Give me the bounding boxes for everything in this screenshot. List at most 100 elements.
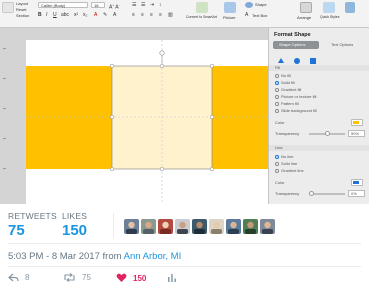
arrange-icon[interactable] (300, 2, 312, 13)
justify-icon[interactable]: ≡ (159, 12, 162, 18)
numbering-icon[interactable]: ☰ (141, 2, 145, 8)
shape-fill-icon[interactable] (345, 2, 355, 13)
avatar[interactable] (158, 219, 173, 234)
font-size-field[interactable]: 18 (91, 2, 105, 8)
bold-icon[interactable]: B (38, 12, 42, 18)
likes-count: 150 (62, 222, 88, 239)
italic-icon[interactable]: I (46, 12, 47, 18)
arrange-label[interactable]: Arrange (297, 15, 311, 20)
size-properties-icon[interactable] (309, 52, 317, 64)
shape-icon[interactable] (245, 2, 253, 8)
clipboard-item-section[interactable]: Section (16, 13, 29, 18)
gold-rectangle-right[interactable] (212, 66, 268, 169)
align-right-icon[interactable]: ≡ (150, 12, 153, 18)
solid-fill-label: Solid fill (281, 80, 295, 85)
rotate-handle-icon[interactable] (159, 50, 165, 56)
subscript-icon[interactable]: x₂ (83, 12, 87, 18)
convert-smartart-icon[interactable] (196, 2, 208, 13)
resize-handle[interactable] (209, 114, 215, 120)
underline-icon[interactable]: U (53, 12, 57, 18)
line-transparency-field[interactable]: 0% (348, 190, 365, 197)
quick-styles-label[interactable]: Quick Styles (320, 15, 339, 20)
highlight-icon[interactable]: ✎ (103, 12, 107, 18)
tweet-location-link[interactable]: Ann Arbor, MI (124, 251, 182, 262)
resize-handle[interactable] (109, 63, 115, 69)
line-spacing-icon[interactable]: ↕ (159, 2, 162, 8)
quick-styles-icon[interactable] (323, 2, 335, 13)
fill-color-picker[interactable] (351, 119, 363, 126)
convert-smartart-label[interactable]: Convert to SmartArt (186, 15, 217, 19)
retweets-stat[interactable]: RETWEETS 75 (8, 211, 57, 239)
text-effects-icon[interactable]: A (113, 12, 116, 18)
font-name-field[interactable]: Calibri (Body) (38, 2, 88, 8)
like-action[interactable]: 150 (116, 273, 146, 283)
line-transparency-thumb[interactable] (309, 191, 314, 196)
fill-transparency-slider[interactable] (309, 131, 345, 136)
radio-gradient-line[interactable] (275, 169, 279, 173)
slide-canvas[interactable] (26, 40, 268, 204)
fill-transparency-field[interactable]: 50% (348, 130, 365, 137)
radio-picture-fill[interactable] (275, 95, 279, 99)
font-color-icon[interactable]: A (94, 12, 97, 18)
clipboard-item-reset[interactable]: Reset (16, 7, 26, 12)
strikethrough-icon[interactable]: abc (61, 12, 69, 18)
powerpoint-screenshot: Layout Reset Section Calibri (Body) 18 A… (0, 0, 369, 204)
columns-icon[interactable]: ▥ (168, 12, 173, 18)
radio-solid-fill[interactable] (275, 81, 279, 85)
align-center-icon[interactable]: ≡ (141, 12, 144, 18)
shape-label[interactable]: Shape (255, 2, 267, 7)
avatar[interactable] (209, 219, 224, 234)
resize-handle[interactable] (159, 63, 165, 69)
paste-icon[interactable] (2, 2, 14, 13)
resize-handle[interactable] (109, 114, 115, 120)
radio-pattern-fill[interactable] (275, 102, 279, 106)
textbox-label[interactable]: Text Box (252, 13, 267, 18)
line-transparency-slider[interactable] (309, 191, 345, 196)
analytics-action[interactable] (167, 273, 177, 282)
fill-transparency-thumb[interactable] (325, 131, 330, 136)
fill-section-header[interactable]: Fill (269, 65, 369, 71)
retweets-label: RETWEETS (8, 211, 57, 221)
avatar[interactable] (141, 219, 156, 234)
radio-no-line[interactable] (275, 155, 279, 159)
resize-handle[interactable] (209, 166, 215, 172)
resize-handle[interactable] (159, 166, 165, 172)
indent-icon[interactable]: ⇥ (150, 2, 154, 8)
tab-shape-options[interactable]: Shape Options (273, 41, 319, 49)
fill-transparency-label: Transparency (275, 131, 300, 136)
line-section-header[interactable]: Line (269, 145, 369, 151)
radio-no-fill[interactable] (275, 74, 279, 78)
clipboard-item-layout[interactable]: Layout (16, 1, 28, 6)
picture-label[interactable]: Picture (223, 15, 235, 20)
avatar[interactable] (260, 219, 275, 234)
grow-font-icon[interactable]: A+ A- (109, 2, 120, 11)
radio-gradient-fill[interactable] (275, 88, 279, 92)
effects-icon[interactable] (293, 52, 301, 64)
like-count: 150 (133, 273, 147, 283)
reply-action[interactable]: 8 (8, 273, 29, 282)
gold-rectangle-left[interactable] (26, 66, 112, 169)
retweet-icon (64, 273, 75, 282)
picture-icon[interactable] (224, 2, 236, 13)
fill-line-icon[interactable] (277, 52, 285, 63)
line-color-picker[interactable] (351, 179, 363, 186)
superscript-icon[interactable]: x² (74, 12, 78, 18)
retweet-action[interactable]: 75 (63, 273, 91, 282)
align-left-icon[interactable]: ≡ (132, 12, 135, 18)
radio-slide-background-fill[interactable] (275, 109, 279, 113)
no-line-label: No line (281, 154, 294, 159)
avatar[interactable] (192, 219, 207, 234)
resize-handle[interactable] (209, 63, 215, 69)
avatar[interactable] (243, 219, 258, 234)
textbox-icon[interactable]: A (245, 12, 248, 18)
bullets-icon[interactable]: ☰ (132, 2, 136, 8)
avatar[interactable] (175, 219, 190, 234)
radio-solid-line[interactable] (275, 162, 279, 166)
resize-handle[interactable] (109, 166, 115, 172)
tweet-timestamp[interactable]: 5:03 PM - 8 Mar 2017 from (8, 251, 122, 262)
avatar[interactable] (226, 219, 241, 234)
avatar[interactable] (124, 219, 139, 234)
likes-stat[interactable]: LIKES 150 (62, 211, 87, 239)
tab-text-options[interactable]: Text Options (331, 42, 353, 47)
line-transparency-label: Transparency (275, 191, 300, 196)
